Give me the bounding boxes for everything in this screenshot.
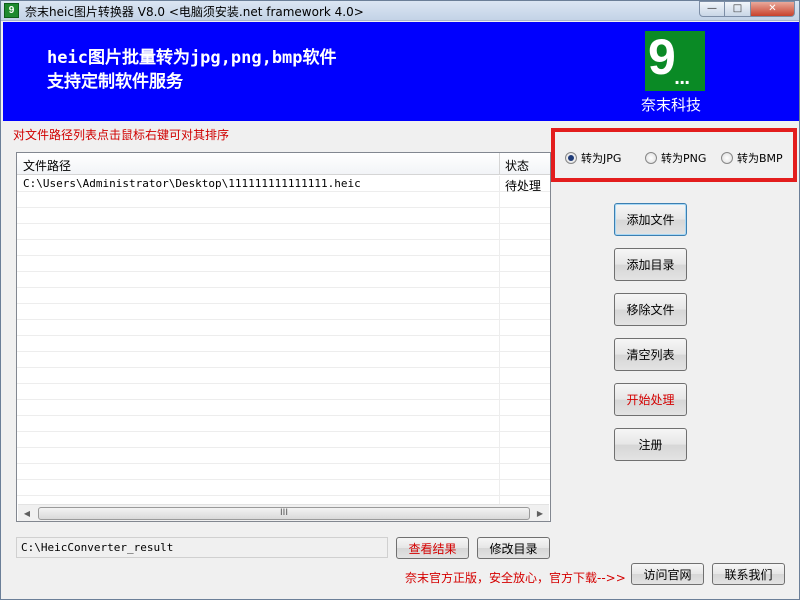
remove-file-button[interactable]: 移除文件 xyxy=(614,293,687,326)
file-list-header: 文件路径 状态 xyxy=(17,153,550,175)
promo-text: 奈末官方正版，安全放心，官方下载-->> xyxy=(405,571,626,585)
window-controls: — □ ✕ xyxy=(699,1,795,17)
column-divider xyxy=(499,176,500,506)
banner: heic图片批量转为jpg,png,bmp软件 支持定制软件服务 9 ... 奈… xyxy=(3,22,799,121)
horizontal-scrollbar[interactable]: ◀ III ▶ xyxy=(18,504,549,521)
logo-dots: ... xyxy=(674,69,690,88)
scroll-left-icon[interactable]: ◀ xyxy=(21,509,33,519)
empty-row xyxy=(17,192,550,208)
minimize-button[interactable]: — xyxy=(699,1,725,17)
change-directory-button[interactable]: 修改目录 xyxy=(477,537,550,559)
add-directory-button[interactable]: 添加目录 xyxy=(614,248,687,281)
radio-bmp-label: 转为BMP xyxy=(737,152,783,165)
column-header-status[interactable]: 状态 xyxy=(505,157,529,174)
radio-jpg[interactable]: 转为JPG xyxy=(565,150,621,166)
output-path-field[interactable]: C:\HeicConverter_result xyxy=(16,537,388,558)
empty-row xyxy=(17,224,550,240)
empty-row xyxy=(17,208,550,224)
empty-row xyxy=(17,256,550,272)
maximize-button[interactable]: □ xyxy=(725,1,751,17)
visit-website-button[interactable]: 访问官网 xyxy=(631,563,704,585)
sort-hint: 对文件路径列表点击鼠标右键可对其排序 xyxy=(13,128,230,142)
scroll-right-icon[interactable]: ▶ xyxy=(534,509,546,519)
file-list[interactable]: 文件路径 状态 C:\Users\Administrator\Desktop\1… xyxy=(16,152,551,522)
view-result-button[interactable]: 查看结果 xyxy=(396,537,469,559)
empty-row xyxy=(17,272,550,288)
empty-row xyxy=(17,368,550,384)
table-row[interactable]: C:\Users\Administrator\Desktop\111111111… xyxy=(17,176,550,193)
empty-row xyxy=(17,320,550,336)
window-title: 奈末heic图片转换器 V8.0 <电脑须安装.net framework 4.… xyxy=(25,5,364,19)
start-processing-button[interactable]: 开始处理 xyxy=(614,383,687,416)
radio-unselected-icon[interactable] xyxy=(721,152,733,164)
radio-bmp[interactable]: 转为BMP xyxy=(721,150,783,166)
banner-subheadline: 支持定制软件服务 xyxy=(47,72,183,92)
radio-selected-icon[interactable] xyxy=(565,152,577,164)
empty-row xyxy=(17,448,550,464)
empty-row xyxy=(17,464,550,480)
radio-jpg-label: 转为JPG xyxy=(581,152,622,165)
column-separator[interactable] xyxy=(499,153,500,175)
empty-row xyxy=(17,432,550,448)
column-header-path[interactable]: 文件路径 xyxy=(23,157,71,174)
company-name: 奈末科技 xyxy=(641,96,702,114)
empty-row xyxy=(17,352,550,368)
empty-row xyxy=(17,384,550,400)
title-bar[interactable]: 9 奈末heic图片转换器 V8.0 <电脑须安装.net framework … xyxy=(1,1,799,21)
radio-png[interactable]: 转为PNG xyxy=(645,150,706,166)
empty-row xyxy=(17,304,550,320)
contact-us-button[interactable]: 联系我们 xyxy=(712,563,785,585)
add-file-button[interactable]: 添加文件 xyxy=(614,203,687,236)
empty-row xyxy=(17,480,550,496)
empty-row xyxy=(17,400,550,416)
logo-nine-glyph: 9 xyxy=(648,29,676,85)
app-icon: 9 xyxy=(4,3,19,18)
app-window: 9 奈末heic图片转换器 V8.0 <电脑须安装.net framework … xyxy=(0,0,800,600)
cell-file-path: C:\Users\Administrator\Desktop\111111111… xyxy=(23,177,361,190)
empty-row xyxy=(17,416,550,432)
empty-row xyxy=(17,336,550,352)
file-list-rows: C:\Users\Administrator\Desktop\111111111… xyxy=(17,176,550,506)
clear-list-button[interactable]: 清空列表 xyxy=(614,338,687,371)
empty-row xyxy=(17,288,550,304)
banner-headline: heic图片批量转为jpg,png,bmp软件 xyxy=(47,48,337,68)
scroll-thumb[interactable]: III xyxy=(38,507,530,520)
radio-unselected-icon[interactable] xyxy=(645,152,657,164)
close-button[interactable]: ✕ xyxy=(751,1,795,17)
company-logo: 9 ... xyxy=(645,29,705,91)
format-options-group: 转为JPG 转为PNG 转为BMP xyxy=(551,128,797,182)
empty-row xyxy=(17,240,550,256)
radio-png-label: 转为PNG xyxy=(661,152,707,165)
register-button[interactable]: 注册 xyxy=(614,428,687,461)
